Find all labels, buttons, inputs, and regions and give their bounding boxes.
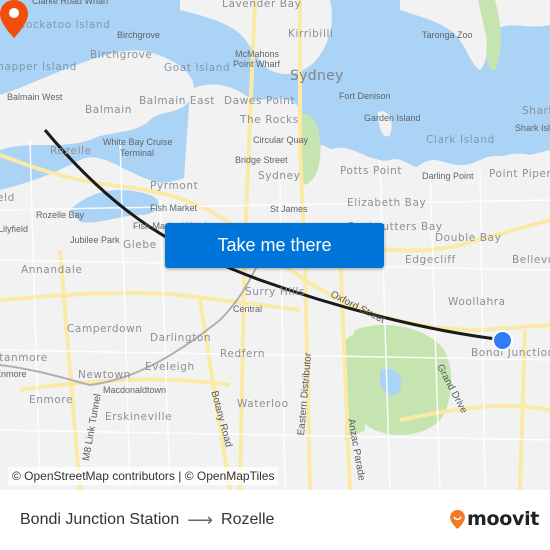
footer-bar: Bondi Junction Station ⟶ Rozelle moovit [0,490,550,550]
map-label: Enmore [0,369,27,379]
map-label: Woollahra [448,296,506,308]
map-label: Point Piper [489,168,550,180]
map-label: Birchgrove [117,30,161,40]
map-label: Taronga Zoo [422,30,473,40]
map-label: Terminal [120,148,155,158]
map-label: eld [0,192,15,204]
map-label: Lilyfield [0,224,29,234]
map-label: Balmain [85,104,132,116]
moovit-logo[interactable]: moovit [450,508,539,530]
map-label: Bellevu [512,254,550,266]
map-label: Bondi Junction [471,347,550,359]
map-label: Garden Island [364,113,421,123]
destination-pin-icon[interactable] [0,0,28,38]
map-label: Balmain East [139,95,215,107]
map-label: Darlington [150,332,212,344]
map-label: The Rocks [240,114,299,126]
map-label: Erskineville [105,411,173,423]
map-label: Waterloo [237,398,289,410]
map-label: Circular Quay [253,135,309,145]
map-label: Rozelle [50,145,92,157]
map-label: Elizabeth Bay [347,197,427,209]
map-label: Fort Denison [339,91,391,101]
map-attribution[interactable]: © OpenStreetMap contributors | © OpenMap… [8,467,279,485]
map-label: Lavender Bay [222,0,302,10]
origin-marker-icon[interactable] [492,330,513,351]
map-label: Snapper Island [0,61,77,73]
take-me-there-button[interactable]: Take me there [165,223,384,268]
map-label: Clarke Road Wharf [32,0,109,6]
arrow-right-icon: ⟶ [187,510,214,530]
map-label: White Bay Cruise [103,137,173,147]
map-label: Eveleigh [145,361,195,373]
map-label: Central [233,304,263,314]
map-label: Fish Market [150,203,198,213]
map-label: McMahons [235,49,280,59]
map-label: Glebe [123,239,157,251]
map-label: Balmain West [7,92,63,102]
map-label: Shark Isl [515,123,550,133]
map-label: Enmore [29,394,74,406]
map-label: Birchgrove [90,49,153,61]
map-label: Surry Hills [245,286,306,298]
map-label: Rozelle Bay [36,210,85,220]
map-label: Stanmore [0,352,48,364]
map-label: Point Wharf [233,59,281,69]
map-label: Bridge Street [235,155,288,165]
map-label: Macdonaldtown [103,385,167,395]
map-label: St James [270,204,308,214]
route-title: Bondi Junction Station ⟶ Rozelle [20,511,274,529]
map-label: Shark [522,105,550,117]
moovit-wordmark: moovit [467,508,540,530]
route-destination: Rozelle [221,511,275,528]
map-label: Dawes Point [224,95,296,107]
map-label: Goat Island [164,62,231,74]
map-label: Camperdown [67,323,143,335]
map-label: Double Bay [435,232,502,244]
map-label: Edgecliff [405,254,456,266]
map-label: Potts Point [340,165,403,177]
map-label: Pyrmont [150,180,199,192]
map-label: Kirribilli [288,28,334,40]
moovit-pin-icon [450,509,465,529]
map-label: Jubilee Park [70,235,120,245]
map-view[interactable]: Clarke Road Wharf Lavender Bay Cockatoo … [0,0,550,490]
map-label: Sydney [258,170,301,182]
map-label: Annandale [21,264,83,276]
route-origin: Bondi Junction Station [20,511,180,528]
map-label: Clark Island [426,134,495,146]
map-label: Sydney [290,68,344,84]
map-label: Cockatoo Island [18,19,111,31]
map-label: Newtown [78,369,131,381]
map-label: Redfern [220,348,266,360]
map-label: Darling Point [422,171,474,181]
